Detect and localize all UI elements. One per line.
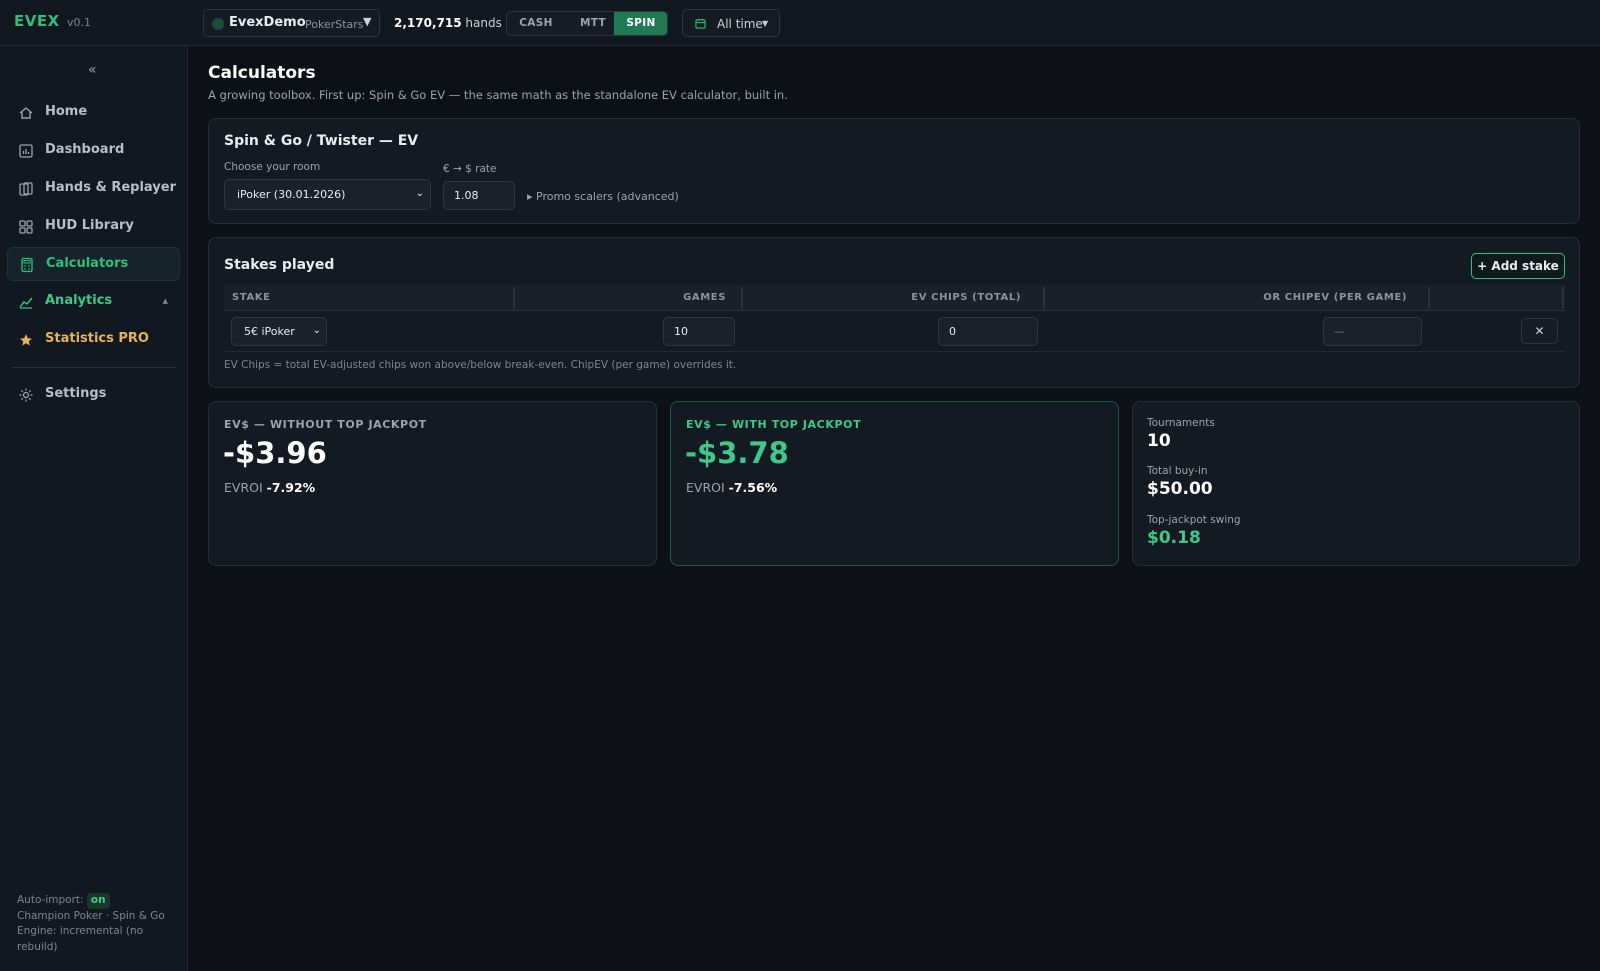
- room-select[interactable]: iPoker (30.01.2026) ⌄: [224, 179, 431, 210]
- room-label: Choose your room: [224, 161, 321, 173]
- time-filter[interactable]: All time ▼: [682, 9, 780, 37]
- engine-status: Engine: incremental (no rebuild): [17, 925, 144, 953]
- caret-down-icon: ▼: [363, 15, 372, 28]
- spin-ev-title: Spin & Go / Twister — EV: [224, 133, 419, 149]
- account-name: EvexDemo: [229, 15, 306, 30]
- top-bar: EVEX v0.1 EvexDemo PokerStars ▼ 2,170,71…: [0, 0, 1600, 46]
- sidebar-item-label: Home: [45, 104, 88, 119]
- sidebar-item-hands-replayer[interactable]: Hands & Replayer: [7, 172, 180, 206]
- stakes-note: EV Chips = total EV-adjusted chips won a…: [224, 359, 737, 371]
- account-site: PokerStars: [305, 18, 364, 31]
- chipev-input[interactable]: —: [1323, 317, 1422, 346]
- time-filter-label: All time: [717, 17, 763, 31]
- remove-stake-button[interactable]: ✕: [1521, 318, 1558, 344]
- home-icon: [18, 105, 34, 121]
- ev-chips-input[interactable]: 0: [938, 317, 1038, 346]
- auto-import-status-badge: on: [86, 893, 110, 909]
- stakes-table-header: STAKE GAMES EV CHIPS (TOTAL) OR CHIPEV (…: [224, 285, 1565, 311]
- sidebar-item-home[interactable]: Home: [7, 96, 180, 130]
- mode-switch: CASH MTT SPIN: [506, 11, 668, 36]
- account-dot-icon: [212, 18, 224, 30]
- ev-without-jackpot-label: EV$ — WITHOUT TOP JACKPOT: [224, 418, 427, 431]
- column-divider: [513, 287, 515, 309]
- jackpot-swing-label: Top-jackpot swing: [1147, 514, 1241, 526]
- games-input[interactable]: 10: [663, 317, 735, 346]
- page-title: Calculators: [208, 63, 316, 83]
- mode-spin-button[interactable]: SPIN: [614, 12, 667, 35]
- sidebar-item-label: Calculators: [46, 256, 129, 271]
- sidebar-item-label: Dashboard: [45, 142, 125, 157]
- calculator-icon: [19, 257, 35, 273]
- jackpot-swing-value: $0.18: [1147, 528, 1201, 548]
- page-subtitle: A growing toolbox. First up: Spin & Go E…: [208, 88, 788, 102]
- chevron-down-icon: ⌄: [415, 188, 424, 199]
- hands-count: 2,170,715 hands: [394, 16, 502, 30]
- sidebar-item-label: Statistics PRO: [45, 331, 149, 346]
- line-chart-icon: [18, 294, 34, 310]
- star-icon: [18, 332, 34, 348]
- chevron-down-icon: ⌄: [312, 325, 321, 336]
- mode-mtt-button[interactable]: MTT: [565, 12, 621, 35]
- sidebar-item-statistics-pro[interactable]: Statistics PRO: [7, 323, 180, 357]
- expand-arrow-icon: ▲: [162, 297, 168, 305]
- import-source: Champion Poker · Spin & Go: [17, 909, 165, 922]
- tournaments-value: 10: [1147, 431, 1171, 451]
- sidebar-item-analytics[interactable]: Analytics ▲: [7, 285, 180, 319]
- sidebar-item-hud-library[interactable]: HUD Library: [7, 210, 180, 244]
- grid-icon: [18, 219, 34, 235]
- total-buyin-value: $50.00: [1147, 479, 1213, 499]
- tournaments-label: Tournaments: [1147, 417, 1215, 429]
- sidebar-divider: [12, 367, 176, 368]
- total-buyin-label: Total buy-in: [1147, 465, 1208, 477]
- ev-with-jackpot-label: EV$ — WITH TOP JACKPOT: [686, 418, 862, 431]
- stake-select[interactable]: 5€ iPoker ⌄: [231, 317, 327, 346]
- caret-down-icon: ▼: [762, 19, 769, 28]
- app-version: v0.1: [67, 16, 92, 29]
- sidebar-item-label: Settings: [45, 386, 107, 401]
- gear-icon: [18, 387, 34, 403]
- dashboard-icon: [18, 143, 34, 159]
- sidebar: « Home Dashboard Hands & Replayer HUD Li…: [0, 46, 188, 971]
- promo-scalers-toggle[interactable]: ▸ Promo scalers (advanced): [527, 190, 679, 203]
- cards-icon: [18, 181, 34, 197]
- column-header-chipev: OR CHIPEV (PER GAME): [1263, 292, 1407, 303]
- column-header-stake: STAKE: [232, 292, 271, 303]
- sidebar-item-dashboard[interactable]: Dashboard: [7, 134, 180, 168]
- column-divider: [1428, 287, 1430, 309]
- table-row-divider: [224, 351, 1565, 352]
- rate-label: € → $ rate: [443, 163, 497, 175]
- sidebar-item-label: Analytics: [45, 293, 113, 308]
- ev-with-jackpot-value: -$3.78: [685, 436, 789, 470]
- add-stake-button[interactable]: + Add stake: [1471, 253, 1565, 279]
- evroi-with-jackpot: EVROI -7.56%: [686, 480, 778, 495]
- column-header-games: GAMES: [683, 292, 726, 303]
- column-divider: [741, 287, 743, 309]
- sidebar-item-settings[interactable]: Settings: [7, 378, 180, 412]
- sidebar-item-label: HUD Library: [45, 218, 134, 233]
- evroi-without-jackpot: EVROI -7.92%: [224, 480, 316, 495]
- sidebar-item-calculators[interactable]: Calculators: [7, 247, 180, 281]
- sidebar-item-label: Hands & Replayer: [45, 180, 177, 195]
- ev-without-jackpot-value: -$3.96: [223, 436, 327, 470]
- column-divider: [1043, 287, 1045, 309]
- stakes-title: Stakes played: [224, 257, 335, 273]
- mode-cash-button[interactable]: CASH: [507, 12, 565, 35]
- sidebar-footer: Auto-import: on Champion Poker · Spin & …: [17, 893, 177, 955]
- column-divider: [1562, 287, 1564, 309]
- rate-input[interactable]: 1.08: [443, 181, 515, 210]
- app-logo[interactable]: EVEX: [14, 12, 60, 30]
- calendar-icon: [695, 18, 706, 32]
- column-header-ev-chips: EV CHIPS (TOTAL): [911, 292, 1021, 303]
- collapse-sidebar-button[interactable]: «: [88, 62, 97, 78]
- account-selector[interactable]: EvexDemo PokerStars ▼: [203, 9, 380, 37]
